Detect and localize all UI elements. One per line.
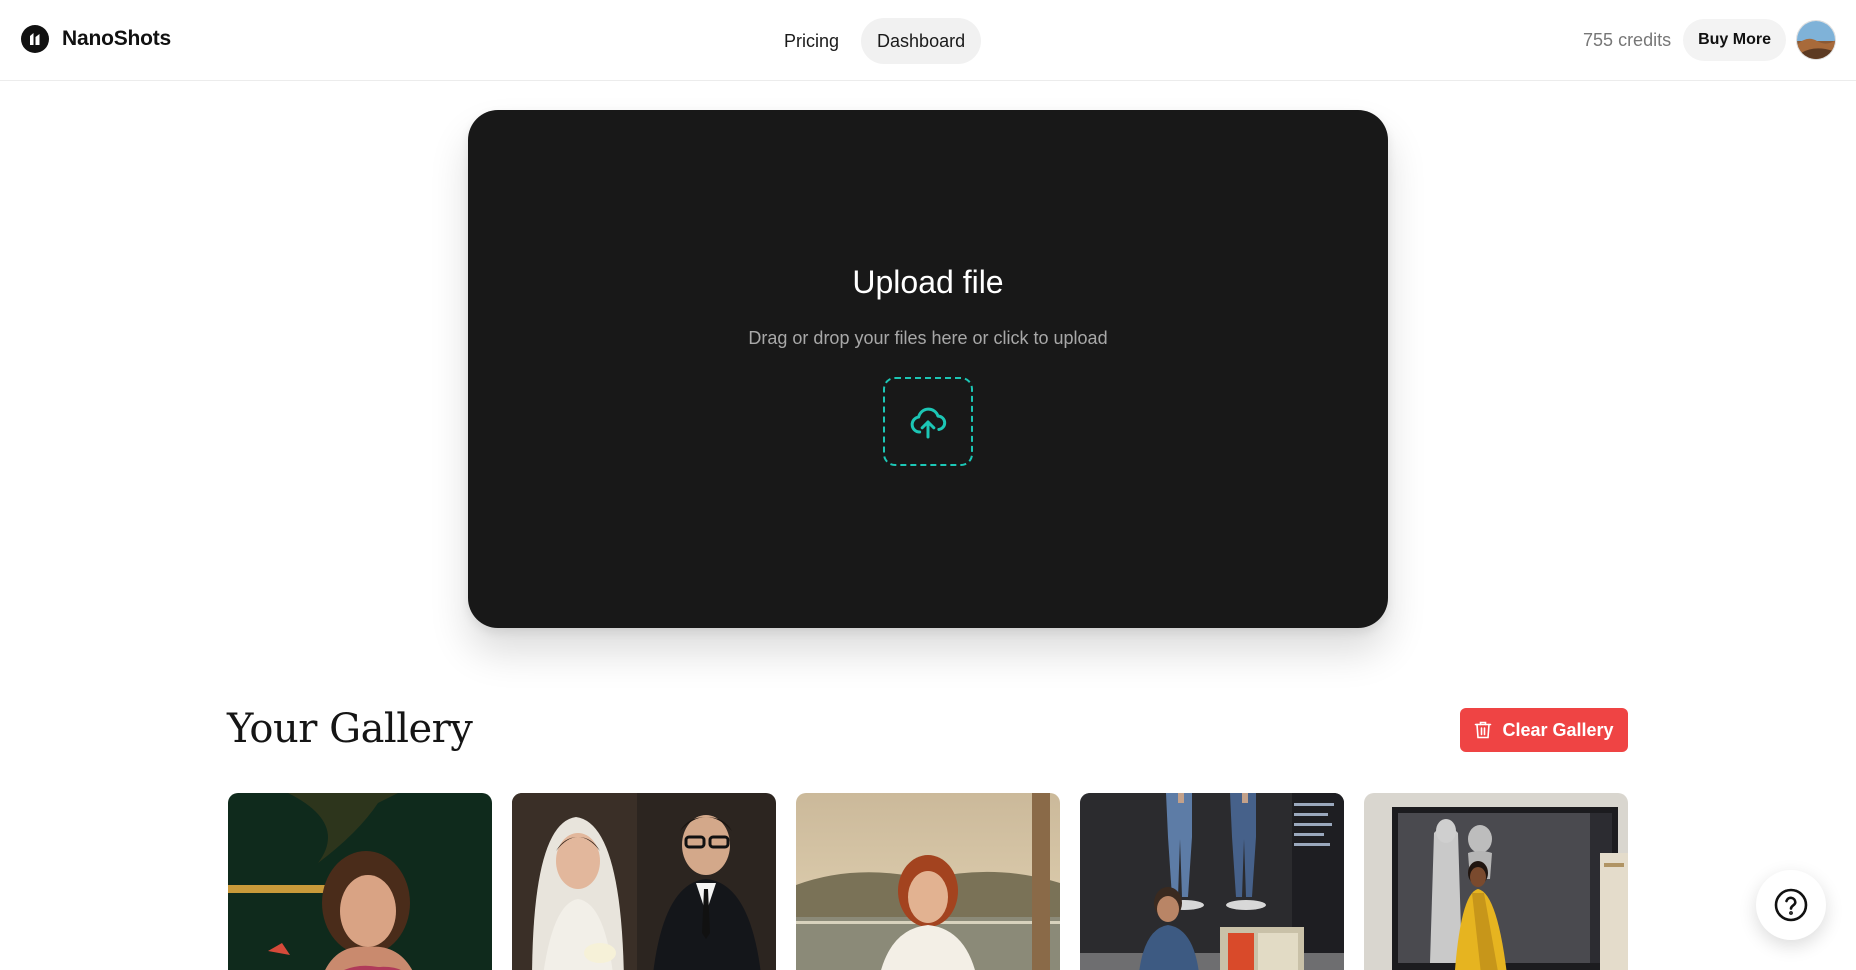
upload-button[interactable] bbox=[883, 377, 973, 466]
saree-figure-photo-icon bbox=[1364, 793, 1628, 970]
user-avatar[interactable] bbox=[1796, 20, 1836, 60]
gallery-item[interactable] bbox=[1080, 793, 1344, 970]
gallery-item[interactable] bbox=[512, 793, 776, 970]
gallery-item[interactable] bbox=[796, 793, 1060, 970]
gallery-item[interactable] bbox=[228, 793, 492, 970]
upload-subtitle: Drag or drop your files here or click to… bbox=[748, 328, 1108, 348]
nav-pricing[interactable]: Pricing bbox=[768, 18, 855, 64]
buy-more-button[interactable]: Buy More bbox=[1683, 19, 1786, 61]
wedding-photo-icon bbox=[512, 793, 776, 970]
upload-dropzone-card[interactable]: Upload file Drag or drop your files here… bbox=[468, 110, 1388, 628]
3d-figure-photo-icon bbox=[1080, 793, 1344, 970]
gallery-item[interactable] bbox=[1364, 793, 1628, 970]
gallery-grid bbox=[228, 793, 1628, 970]
question-icon bbox=[1774, 888, 1808, 922]
nav-dashboard[interactable]: Dashboard bbox=[861, 18, 982, 64]
trash-icon bbox=[1475, 721, 1492, 739]
brand-home-link[interactable]: NanoShots bbox=[20, 24, 171, 54]
portrait-photo-icon bbox=[228, 793, 492, 970]
top-navbar: NanoShots Pricing Dashboard 755 credits … bbox=[0, 0, 1856, 81]
clear-gallery-label: Clear Gallery bbox=[1502, 719, 1614, 740]
nanoshots-logo-icon bbox=[21, 25, 49, 53]
landscape-portrait-photo-icon bbox=[796, 793, 1060, 970]
account-area: 755 credits Buy More bbox=[1583, 19, 1836, 61]
gallery-title: Your Gallery bbox=[227, 706, 473, 752]
cloud-upload-icon bbox=[910, 407, 947, 438]
main-nav: Pricing Dashboard bbox=[768, 18, 982, 64]
upload-title: Upload file bbox=[852, 264, 1004, 300]
brand-name: NanoShots bbox=[62, 27, 172, 50]
avatar-photo-icon bbox=[1797, 21, 1835, 59]
help-button[interactable] bbox=[1756, 870, 1826, 940]
clear-gallery-button[interactable]: Clear Gallery bbox=[1460, 708, 1628, 752]
credits-balance: 755 credits bbox=[1583, 29, 1672, 50]
